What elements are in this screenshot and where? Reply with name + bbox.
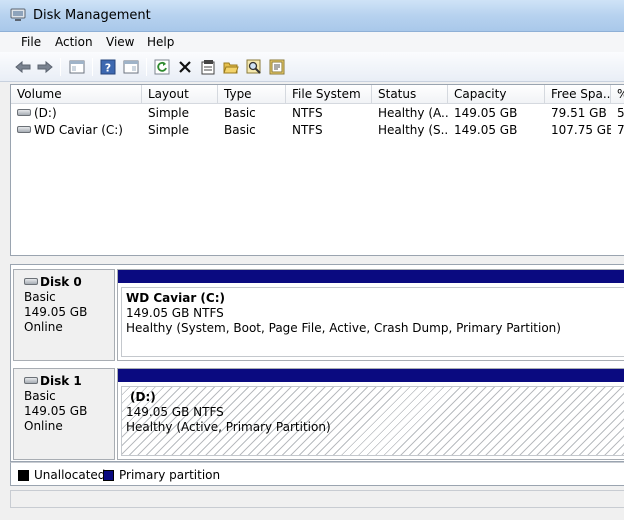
disk-graphical-view: Disk 0 Basic 149.05 GB Online WD Caviar … [10, 264, 624, 462]
column-header-status[interactable]: Status [372, 85, 448, 104]
column-header-capacity[interactable]: Capacity [448, 85, 545, 104]
volume-list-header: Volume Layout Type File System Status Ca… [11, 85, 624, 104]
partition-name: (D:) [130, 390, 156, 404]
primary-partition-band [118, 270, 624, 283]
file-system-cell: NTFS [292, 106, 323, 120]
explore-icon[interactable] [267, 57, 287, 77]
volume-name: (D:) [34, 106, 57, 120]
toolbar-separator [60, 58, 61, 76]
primary-partition-band [118, 369, 624, 382]
partition-status: Healthy (Active, Primary Partition) [126, 420, 331, 434]
column-header-volume[interactable]: Volume [11, 85, 142, 104]
menu-help[interactable]: Help [147, 35, 174, 49]
status-bar [10, 490, 624, 508]
percent-free-cell: 5. [617, 106, 624, 120]
type-cell: Basic [224, 123, 256, 137]
column-header-file-system[interactable]: File System [286, 85, 372, 104]
menu-file[interactable]: File [21, 35, 41, 49]
partition-body-selected: (D:) 149.05 GB NTFS Healthy (Active, Pri… [121, 386, 624, 456]
volume-row-d[interactable]: (D:) Simple Basic NTFS Healthy (A... 149… [11, 105, 624, 122]
disk-row-1: Disk 1 Basic 149.05 GB Online (D:) 149.0… [11, 366, 624, 461]
help-icon[interactable]: ? [98, 57, 118, 77]
menu-action[interactable]: Action [55, 35, 93, 49]
disk-size: 149.05 GB [24, 404, 88, 418]
column-header-layout[interactable]: Layout [142, 85, 218, 104]
disk-icon [24, 377, 38, 384]
partition-name: WD Caviar (C:) [126, 291, 225, 305]
svg-text:?: ? [105, 62, 111, 75]
volume-list: Volume Layout Type File System Status Ca… [10, 84, 624, 256]
toolbar-separator [146, 58, 147, 76]
disk-title: Disk 0 [24, 275, 114, 290]
column-header-percent-free[interactable]: % [611, 85, 624, 104]
capacity-cell: 149.05 GB [454, 123, 518, 137]
disk-type: Basic [24, 290, 56, 304]
disk-name: Disk 0 [40, 275, 82, 289]
back-arrow-icon[interactable] [13, 57, 33, 77]
volume-name: WD Caviar (C:) [34, 123, 123, 137]
legend-unallocated: Unallocated [34, 468, 106, 482]
free-space-cell: 79.51 GB [551, 106, 607, 120]
disk-icon [24, 278, 38, 285]
delete-icon[interactable] [175, 57, 195, 77]
unallocated-swatch [18, 470, 29, 481]
search-icon[interactable] [244, 57, 264, 77]
disk-row-0: Disk 0 Basic 149.05 GB Online WD Caviar … [11, 267, 624, 363]
refresh-icon[interactable] [152, 57, 172, 77]
free-space-cell: 107.75 GB [551, 123, 611, 137]
disk-size: 149.05 GB [24, 305, 88, 319]
partition-c[interactable]: WD Caviar (C:) 149.05 GB NTFS Healthy (S… [117, 269, 624, 361]
disk-1-label[interactable]: Disk 1 Basic 149.05 GB Online [13, 368, 115, 460]
primary-partition-swatch [103, 470, 114, 481]
title-bar: Disk Management [0, 0, 624, 32]
layout-cell: Simple [148, 123, 189, 137]
volume-cell: WD Caviar (C:) [11, 122, 142, 139]
pane-splitter[interactable] [10, 256, 624, 264]
legend-primary-partition: Primary partition [119, 468, 221, 482]
percent-free-cell: 7. [617, 123, 624, 137]
volume-row-c[interactable]: WD Caviar (C:) Simple Basic NTFS Healthy… [11, 122, 624, 139]
file-system-cell: NTFS [292, 123, 323, 137]
partition-status: Healthy (System, Boot, Page File, Active… [126, 321, 561, 335]
show-hide-console-tree-icon[interactable] [67, 57, 87, 77]
status-cell: Healthy (S... [378, 123, 448, 137]
forward-arrow-icon[interactable] [35, 57, 55, 77]
type-cell: Basic [224, 106, 256, 120]
partition-size-fs: 149.05 GB NTFS [126, 306, 224, 320]
drive-icon [17, 109, 31, 116]
layout-cell: Simple [148, 106, 189, 120]
toolbar-separator [92, 58, 93, 76]
disk-name: Disk 1 [40, 374, 82, 388]
disk-type: Basic [24, 389, 56, 403]
partition-body: WD Caviar (C:) 149.05 GB NTFS Healthy (S… [121, 287, 624, 357]
open-folder-icon[interactable] [221, 57, 241, 77]
volume-cell: (D:) [11, 105, 142, 122]
column-header-type[interactable]: Type [218, 85, 286, 104]
column-header-free-space[interactable]: Free Spa... [545, 85, 611, 104]
partition-d[interactable]: (D:) 149.05 GB NTFS Healthy (Active, Pri… [117, 368, 624, 460]
menu-bar: File Action View Help [0, 32, 624, 52]
partition-size-fs: 149.05 GB NTFS [126, 405, 224, 419]
properties-icon[interactable] [198, 57, 218, 77]
disk-state: Online [24, 320, 63, 334]
disk-state: Online [24, 419, 63, 433]
menu-view[interactable]: View [106, 35, 134, 49]
disk-management-icon [10, 8, 26, 21]
drive-icon [17, 126, 31, 133]
disk-0-label[interactable]: Disk 0 Basic 149.05 GB Online [13, 269, 115, 361]
toolbar: ? [0, 52, 624, 82]
show-hide-action-pane-icon[interactable] [121, 57, 141, 77]
disk-title: Disk 1 [24, 374, 114, 389]
window-title: Disk Management [33, 8, 151, 23]
capacity-cell: 149.05 GB [454, 106, 518, 120]
status-cell: Healthy (A... [378, 106, 448, 120]
legend: Unallocated Primary partition [10, 462, 624, 486]
